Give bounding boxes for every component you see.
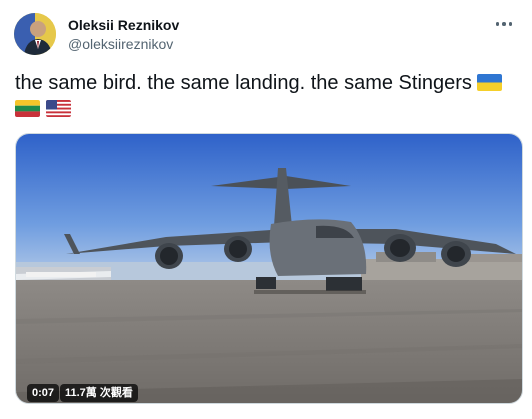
more-options-dot [502, 22, 506, 26]
avatar[interactable] [14, 13, 56, 55]
author-name[interactable]: Oleksii Reznikov [68, 16, 179, 34]
video-frame [16, 134, 522, 403]
video-player[interactable]: 0:07 11.7萬 次觀看 [15, 133, 523, 404]
usa-flag-icon [45, 100, 71, 117]
tweet-text-body: the same bird. the same landing. the sam… [15, 72, 472, 94]
author-handle[interactable]: @oleksiireznikov [68, 35, 173, 53]
more-options-button[interactable] [490, 13, 518, 35]
tweet: Oleksii Reznikov @oleksiireznikov the sa… [0, 0, 532, 419]
ukraine-flag-icon [477, 74, 503, 91]
tweet-text: the same bird. the same landing. the sam… [15, 70, 525, 122]
more-options-dot [508, 22, 513, 26]
video-duration-badge: 0:07 [27, 384, 60, 402]
video-views-badge: 11.7萬 次觀看 [60, 384, 138, 402]
lithuania-flag-icon [15, 100, 40, 117]
more-options-icon [495, 22, 500, 26]
